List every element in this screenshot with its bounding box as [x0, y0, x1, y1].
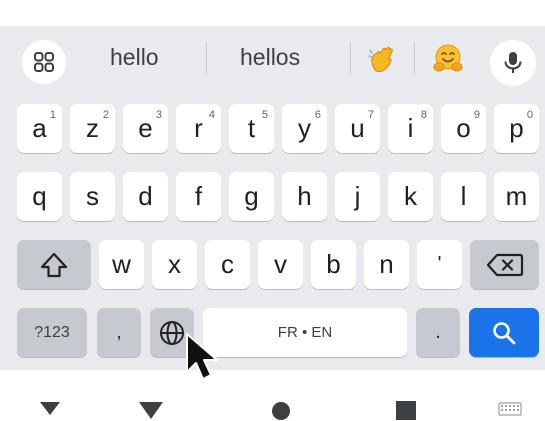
key-r[interactable]: r4	[176, 104, 221, 153]
home-button-icon[interactable]	[270, 400, 292, 420]
key-i[interactable]: i8	[388, 104, 433, 153]
key-d[interactable]: d	[123, 172, 168, 221]
key-label: r	[194, 113, 203, 143]
key-hint: 8	[420, 109, 427, 121]
key-label: q	[32, 181, 47, 211]
key-c[interactable]: c	[205, 240, 250, 289]
shift-key[interactable]	[17, 240, 91, 289]
backspace-icon	[486, 253, 523, 276]
key-j[interactable]: j	[335, 172, 380, 221]
key-f[interactable]: f	[176, 172, 221, 221]
key-label: '	[437, 253, 442, 275]
key-z[interactable]: z2	[70, 104, 115, 153]
symbols-key[interactable]: ?123	[17, 308, 87, 357]
key-label: v	[274, 249, 287, 279]
key-label: d	[138, 181, 153, 211]
mouse-cursor-icon	[186, 333, 218, 380]
key-apostrophe[interactable]: '	[417, 240, 462, 289]
key-t[interactable]: t5	[229, 104, 274, 153]
key-m[interactable]: m	[494, 172, 539, 221]
key-q[interactable]: q	[17, 172, 62, 221]
globe-icon	[160, 320, 184, 345]
microphone-icon	[504, 52, 522, 73]
key-p[interactable]: p0	[494, 104, 539, 153]
key-hint: 5	[261, 109, 268, 121]
key-label: i	[407, 113, 414, 143]
search-icon	[493, 321, 516, 344]
key-label: o	[456, 113, 471, 143]
keyboard-switch-icon[interactable]	[498, 402, 522, 416]
key-label: p	[509, 113, 524, 143]
key-x[interactable]: x	[152, 240, 197, 289]
key-k[interactable]: k	[388, 172, 433, 221]
navigation-bar	[0, 370, 545, 421]
key-label: FR • EN	[277, 324, 333, 341]
space-key[interactable]: FR • EN	[203, 308, 407, 357]
key-a[interactable]: a1	[17, 104, 62, 153]
key-label: ,	[116, 322, 122, 342]
key-l[interactable]: l	[441, 172, 486, 221]
period-key[interactable]: .	[416, 308, 460, 357]
search-key[interactable]	[469, 308, 539, 357]
comma-key[interactable]: ,	[97, 308, 141, 357]
key-label: a	[32, 113, 47, 143]
key-label: e	[138, 113, 153, 143]
suggestion-divider	[414, 42, 415, 74]
back-icon[interactable]	[38, 400, 62, 416]
key-label: x	[168, 249, 181, 279]
key-label: b	[326, 249, 341, 279]
key-g[interactable]: g	[229, 172, 274, 221]
key-hint: 9	[473, 109, 480, 121]
key-e[interactable]: e3	[123, 104, 168, 153]
key-label: w	[112, 249, 131, 279]
key-label: k	[404, 181, 417, 211]
key-n[interactable]: n	[364, 240, 409, 289]
key-label: u	[350, 113, 365, 143]
key-label: m	[505, 181, 528, 211]
key-label: l	[460, 181, 467, 211]
key-label: t	[247, 113, 256, 143]
waving-hand-emoji[interactable]	[366, 43, 398, 75]
recents-icon[interactable]	[394, 400, 418, 420]
key-hint: 6	[314, 109, 321, 121]
key-label: h	[297, 181, 312, 211]
grid-icon	[34, 52, 54, 72]
key-o[interactable]: o9	[441, 104, 486, 153]
grid-button[interactable]	[22, 40, 66, 84]
key-u[interactable]: u7	[335, 104, 380, 153]
key-label: z	[86, 113, 99, 143]
key-s[interactable]: s	[70, 172, 115, 221]
key-label: ?123	[34, 323, 70, 341]
backspace-key[interactable]	[470, 240, 539, 289]
key-b[interactable]: b	[311, 240, 356, 289]
key-hint: 1	[49, 109, 56, 121]
key-label: y	[298, 113, 311, 143]
key-label: s	[86, 181, 99, 211]
key-label: g	[244, 181, 259, 211]
key-label: .	[435, 321, 441, 343]
key-label: c	[221, 249, 234, 279]
shift-icon	[40, 252, 68, 277]
key-label: n	[379, 249, 394, 279]
suggestion-word[interactable]: hello	[110, 44, 159, 71]
key-hint: 2	[102, 109, 109, 121]
suggestion-divider	[206, 42, 207, 74]
key-hint: 4	[208, 109, 215, 121]
home-icon[interactable]	[138, 400, 164, 420]
suggestion-divider	[350, 42, 351, 74]
suggestion-word[interactable]: hellos	[240, 44, 300, 71]
suggestion-strip: hello hellos	[0, 26, 545, 90]
key-y[interactable]: y6	[282, 104, 327, 153]
key-hint: 3	[155, 109, 162, 121]
key-v[interactable]: v	[258, 240, 303, 289]
voice-input-button[interactable]	[490, 40, 536, 86]
key-hint: 0	[526, 109, 533, 121]
key-hint: 7	[367, 109, 374, 121]
key-h[interactable]: h	[282, 172, 327, 221]
key-w[interactable]: w	[99, 240, 144, 289]
key-label: f	[194, 181, 203, 211]
key-label: j	[354, 181, 361, 211]
keyboard: hello hellos a 1 z 2 e 3 r 4 t 5 y 6 u 7…	[0, 26, 545, 370]
hugging-face-emoji[interactable]	[432, 43, 464, 75]
